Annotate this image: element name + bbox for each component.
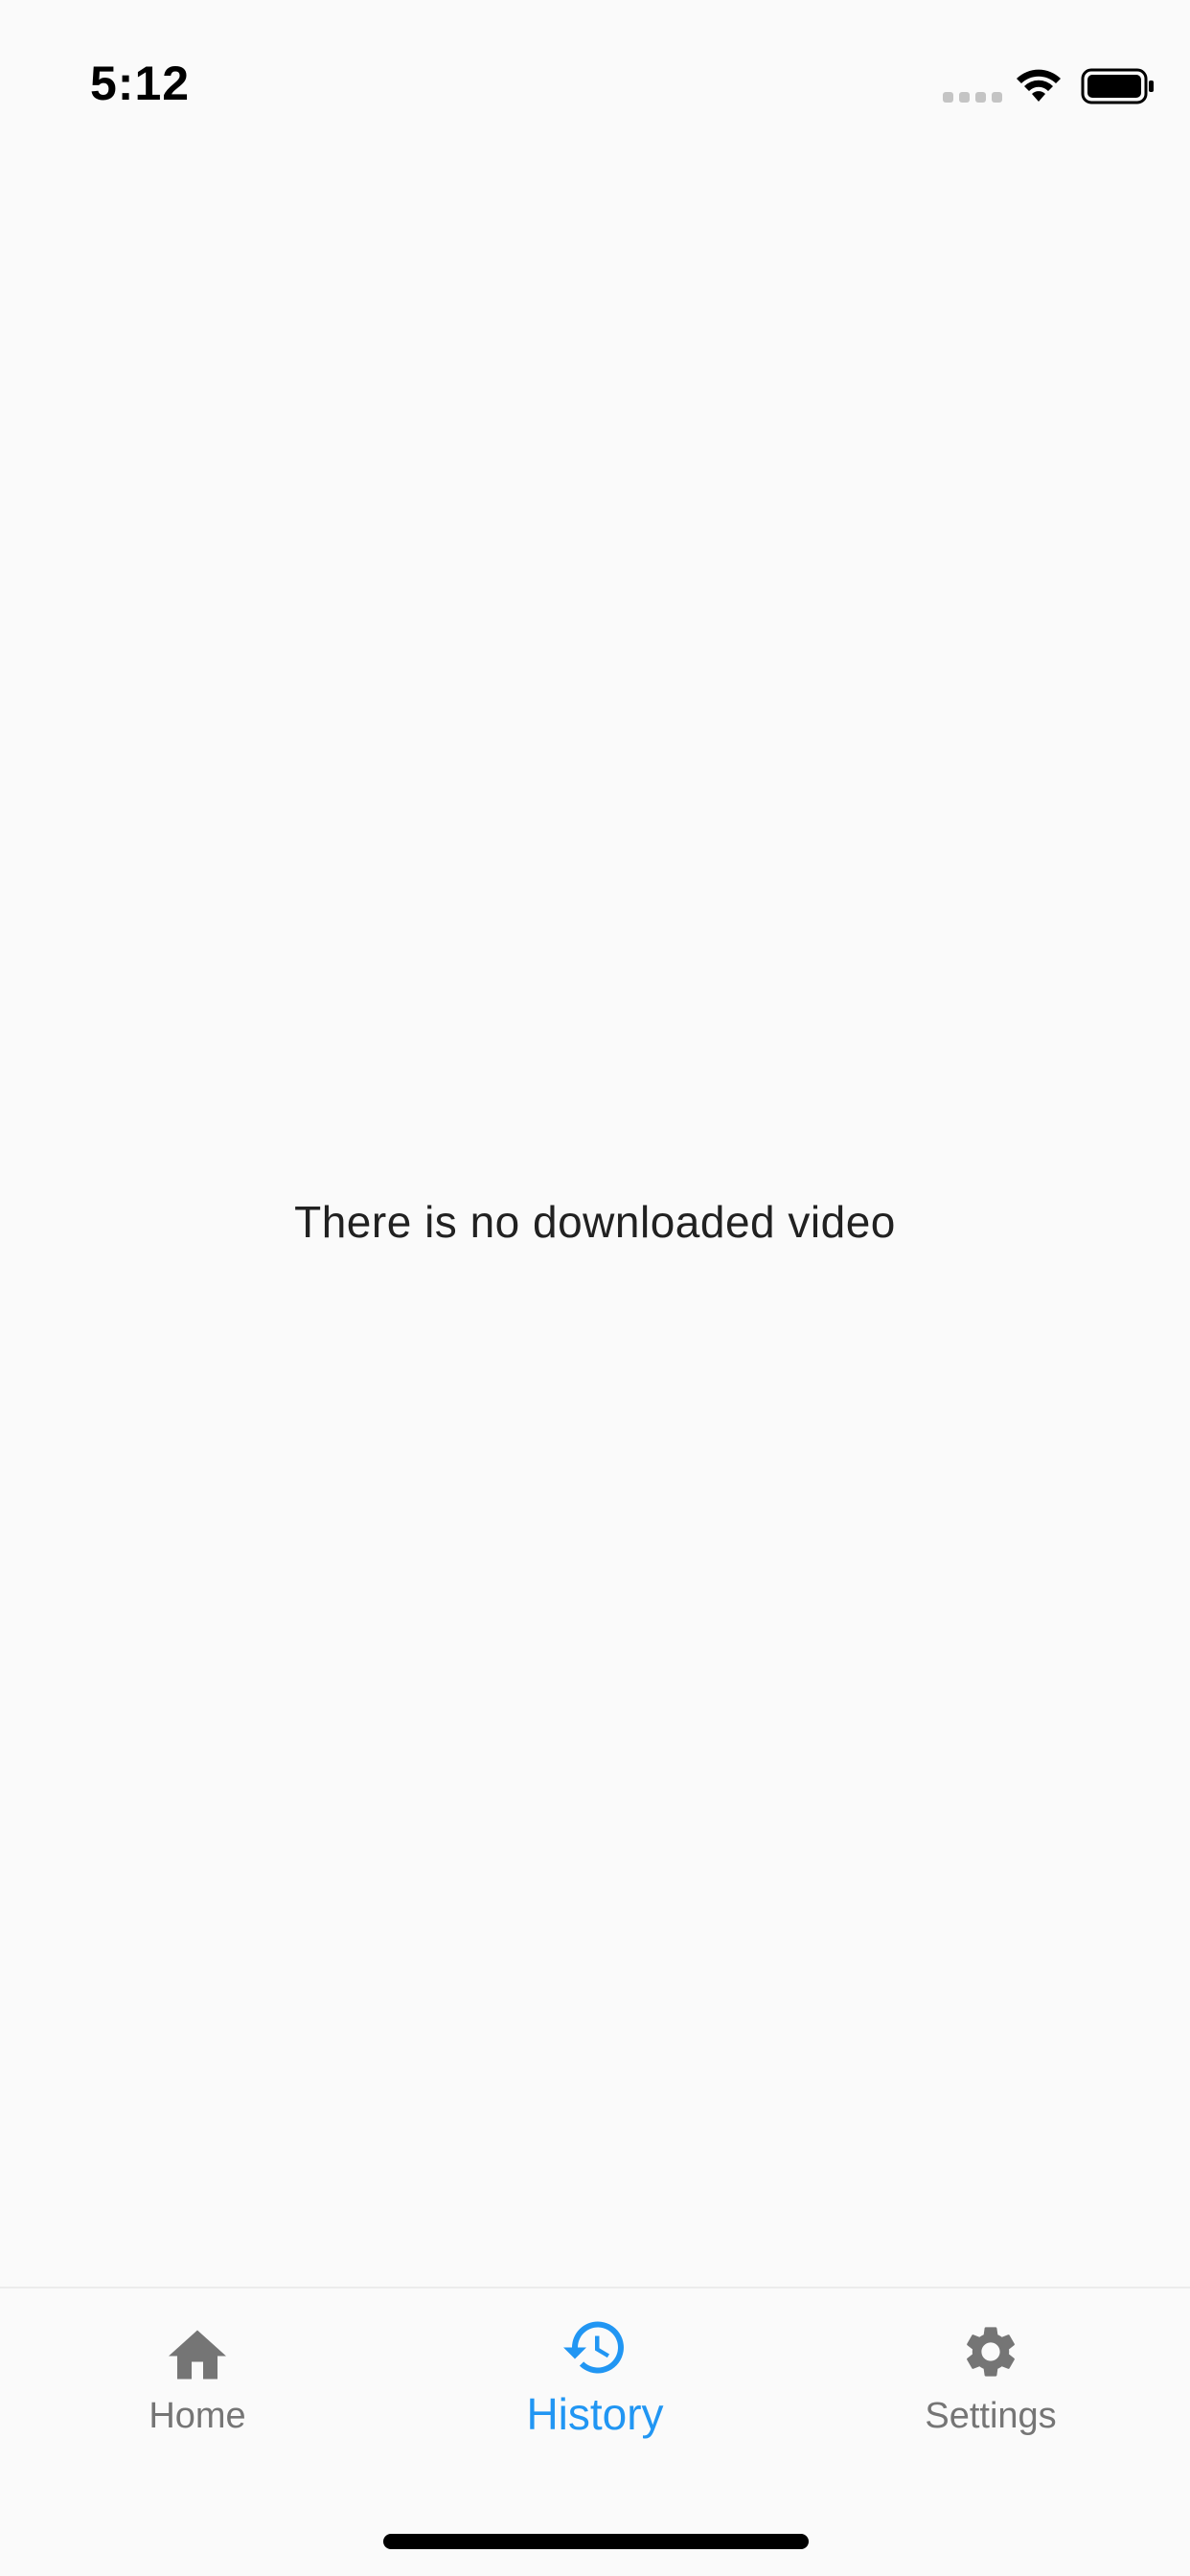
battery-icon: [1081, 68, 1154, 104]
status-time: 5:12: [90, 57, 191, 110]
screen: 5:12 There is no downloaded video Home H…: [0, 0, 1190, 2576]
home-icon: [169, 2330, 226, 2380]
history-icon: [563, 2321, 624, 2374]
nav-item-home[interactable]: Home: [54, 2321, 341, 2465]
cellular-signal-icon: [943, 92, 1002, 103]
wifi-icon: [1017, 69, 1061, 102]
gear-icon: [967, 2327, 1015, 2377]
bottom-navigation-bar: Home History Settings: [0, 2287, 1190, 2576]
home-indicator[interactable]: [383, 2534, 809, 2549]
empty-state-message: There is no downloaded video: [294, 1197, 896, 1247]
nav-label-settings: Settings: [925, 2396, 1057, 2436]
nav-item-settings[interactable]: Settings: [847, 2321, 1134, 2465]
nav-label-history: History: [526, 2389, 664, 2439]
nav-item-history[interactable]: History: [451, 2321, 739, 2465]
nav-label-home: Home: [149, 2396, 246, 2436]
status-bar: 5:12: [0, 0, 1190, 126]
